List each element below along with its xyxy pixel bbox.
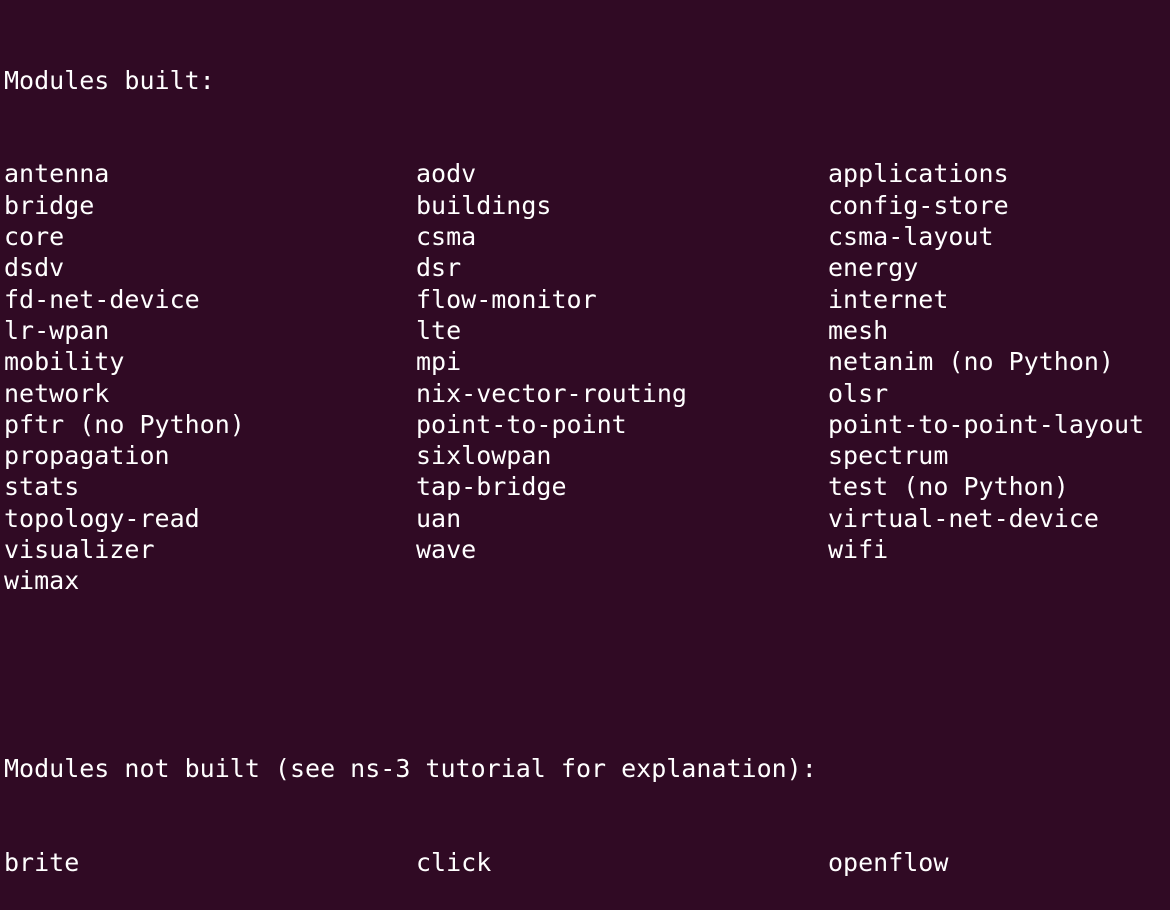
- module-name: dsr: [416, 253, 462, 283]
- module-name: spectrum: [828, 441, 949, 471]
- module-name: wimax: [4, 566, 80, 596]
- module-row: pftr (no Python) point-to-point point-to-p…: [4, 409, 1170, 440]
- module-name: csma-layout: [828, 222, 994, 252]
- module-name: mpi: [416, 347, 462, 377]
- module-name: config-store: [828, 190, 1009, 220]
- module-name: mesh: [828, 315, 889, 345]
- module-row: brite click openflow: [4, 847, 1170, 878]
- module-row: propagation sixlowpan spectrum: [4, 440, 1170, 471]
- module-name: click: [416, 848, 492, 878]
- module-name: fd-net-device: [4, 284, 200, 314]
- module-name: wave: [416, 535, 477, 565]
- modules-built-header: Modules built:: [4, 65, 215, 95]
- module-name: flow-monitor: [416, 284, 597, 314]
- module-name: visualizer: [4, 535, 155, 565]
- module-name: lr-wpan: [4, 315, 110, 345]
- module-row: mobility mpi netanim (no Python): [4, 346, 1170, 377]
- module-name: core: [4, 222, 65, 252]
- modules-not-built-list: brite click openflow: [4, 847, 1170, 878]
- module-name: lte: [416, 315, 462, 345]
- module-name: csma: [416, 222, 477, 252]
- module-name: propagation: [4, 441, 170, 471]
- module-row: lr-wpan lte mesh: [4, 315, 1170, 346]
- module-row: wimax: [4, 565, 1170, 596]
- module-name: test (no Python): [828, 472, 1069, 502]
- module-name: mobility: [4, 347, 125, 377]
- module-name: [416, 565, 828, 596]
- module-name: brite: [4, 848, 80, 878]
- module-name: virtual-net-device: [828, 503, 1099, 533]
- modules-not-built-header: Modules not built (see ns-3 tutorial for…: [4, 754, 817, 784]
- module-row: network nix-vector-routing olsr: [4, 378, 1170, 409]
- module-name: nix-vector-routing: [416, 378, 687, 408]
- module-name: pftr (no Python): [4, 409, 245, 439]
- module-name: uan: [416, 503, 462, 533]
- module-row: bridge buildings config-store: [4, 190, 1170, 221]
- module-name: bridge: [4, 190, 95, 220]
- terminal-window[interactable]: Modules built: antenna aodv applications br…: [0, 0, 1170, 877]
- module-name: energy: [828, 253, 919, 283]
- module-name: point-to-point: [416, 409, 627, 439]
- module-name: dsdv: [4, 253, 65, 283]
- module-name: tap-bridge: [416, 472, 567, 502]
- module-name: stats: [4, 472, 80, 502]
- modules-built-list: antenna aodv applications bridge buildings co…: [4, 158, 1170, 596]
- module-name: antenna: [4, 159, 110, 189]
- module-row: fd-net-device flow-monitor internet: [4, 284, 1170, 315]
- module-name: openflow: [828, 848, 949, 878]
- module-row: dsdv dsr energy: [4, 252, 1170, 283]
- module-row: stats tap-bridge test (no Python): [4, 471, 1170, 502]
- module-name: olsr: [828, 378, 889, 408]
- module-name: wifi: [828, 535, 889, 565]
- module-name: sixlowpan: [416, 441, 552, 471]
- module-name: internet: [828, 284, 949, 314]
- module-name: [828, 565, 1170, 596]
- module-name: topology-read: [4, 503, 200, 533]
- module-row: core csma csma-layout: [4, 221, 1170, 252]
- module-name: applications: [828, 159, 1009, 189]
- module-name: aodv: [416, 159, 477, 189]
- module-row: topology-read uan virtual-net-device: [4, 503, 1170, 534]
- module-row: antenna aodv applications: [4, 158, 1170, 189]
- module-name: point-to-point-layout: [828, 409, 1145, 439]
- module-row: visualizer wave wifi: [4, 534, 1170, 565]
- module-name: netanim (no Python): [828, 347, 1114, 377]
- module-name: network: [4, 378, 110, 408]
- module-name: buildings: [416, 190, 552, 220]
